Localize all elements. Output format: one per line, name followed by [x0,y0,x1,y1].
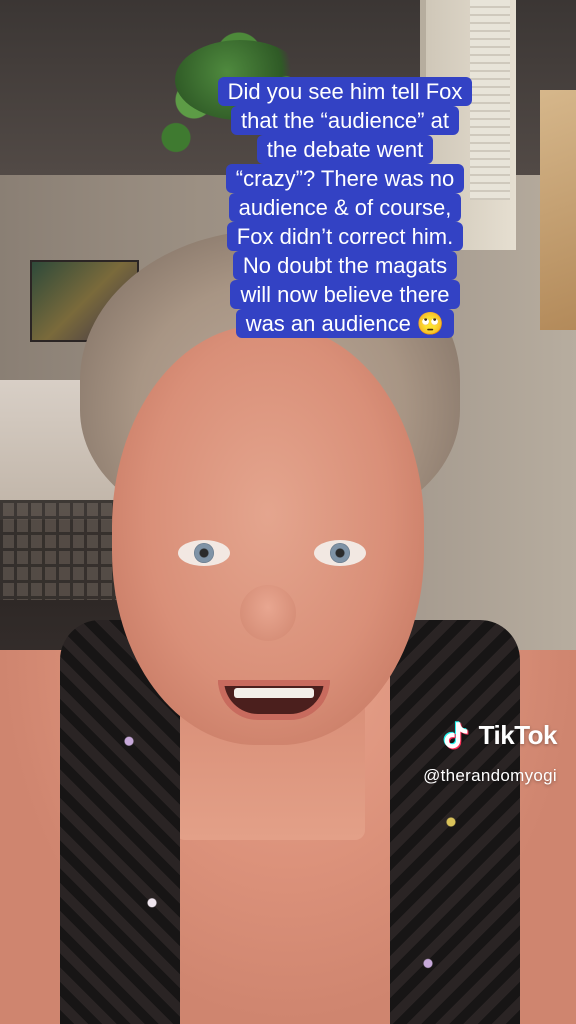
video-frame[interactable]: Did you see him tell Fox that the “audie… [0,0,576,1024]
right-eye [314,540,366,566]
caption-line-4: “crazy”? There was no [225,164,465,193]
caption-line-9: was an audience 🙄 [235,309,455,338]
tiktok-watermark: TikTok @therandomyogi [395,718,565,786]
caption-line-8: will now believe there [230,280,460,309]
mouth [218,680,330,720]
face [112,325,424,745]
caption-overlay: Did you see him tell Fox that the “audie… [186,77,504,338]
speaker [0,230,576,1024]
nose [240,585,296,641]
creator-handle[interactable]: @therandomyogi [395,766,557,786]
tank-strap-right [390,620,520,1024]
caption-line-7: No doubt the magats [232,251,458,280]
caption-line-2: that the “audience” at [231,106,459,135]
tiktok-brand-row: TikTok [395,718,558,752]
left-eye [178,540,230,566]
caption-line-5: audience & of course, [228,193,462,222]
caption-line-6: Fox didn’t correct him. [226,222,464,251]
tiktok-logo-icon [443,721,469,750]
caption-line-1: Did you see him tell Fox [217,77,473,106]
tiktok-brand-label: TikTok [478,719,558,750]
caption-line-3: the debate went [256,135,434,164]
